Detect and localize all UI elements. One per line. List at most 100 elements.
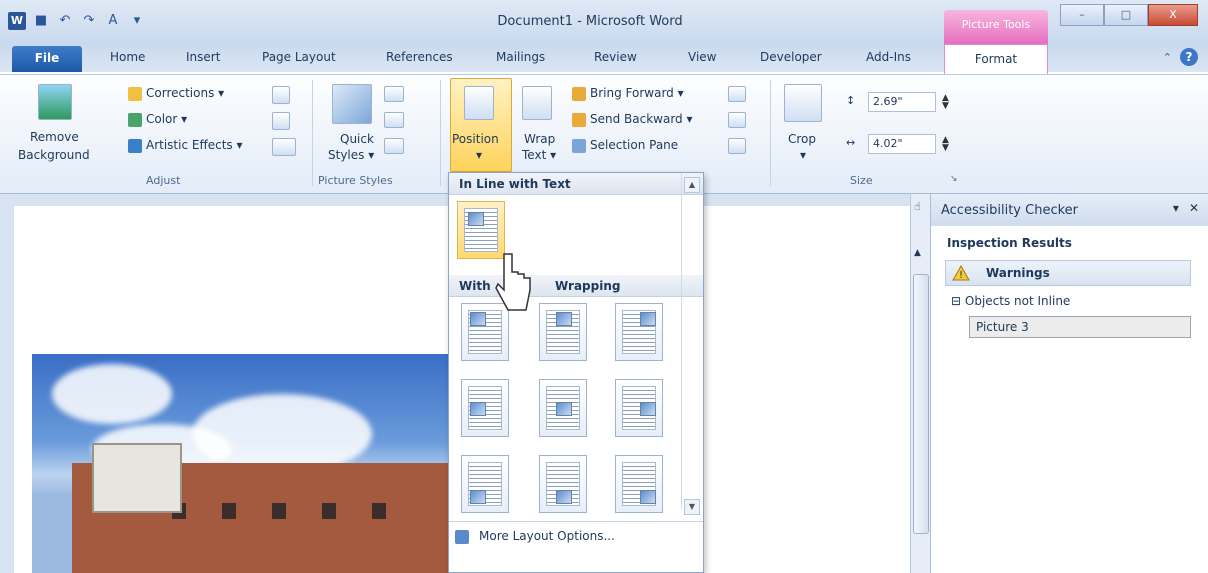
more-layout-options-item[interactable]: More Layout Options... bbox=[455, 529, 615, 544]
svg-text:!: ! bbox=[959, 270, 963, 281]
wrap-text-label-2[interactable]: Text ▾ bbox=[522, 148, 556, 162]
position-middle-right-option[interactable] bbox=[615, 379, 663, 437]
with-text-wrapping-part-2: Wrapping bbox=[555, 279, 621, 293]
dropdown-scroll-down-arrow[interactable]: ▼ bbox=[684, 499, 700, 515]
vertical-scrollbar[interactable]: ☝ ▲ bbox=[910, 194, 930, 573]
minimize-button[interactable]: – bbox=[1060, 4, 1104, 26]
dropdown-scrollbar[interactable]: ▲ ▼ bbox=[681, 173, 701, 515]
picture-layout-icon[interactable] bbox=[384, 138, 404, 154]
image-placeholder-icon bbox=[556, 402, 572, 416]
tab-view[interactable]: View bbox=[688, 50, 716, 64]
crop-label[interactable]: Crop bbox=[788, 132, 816, 146]
shape-width-spinner[interactable]: ↔ 4.02" ▲ ▼ bbox=[846, 134, 956, 154]
tab-mailings[interactable]: Mailings bbox=[496, 50, 545, 64]
position-top-right-option[interactable] bbox=[615, 303, 663, 361]
quick-styles-label-1[interactable]: Quick bbox=[340, 132, 374, 146]
width-spin-arrows[interactable]: ▲ ▼ bbox=[942, 136, 949, 153]
rotate-icon[interactable] bbox=[728, 138, 746, 154]
position-bottom-right-option[interactable] bbox=[615, 455, 663, 513]
wrap-text-label-1[interactable]: Wrap bbox=[524, 132, 555, 146]
help-icon[interactable]: ? bbox=[1180, 48, 1198, 66]
quick-styles-icon[interactable] bbox=[332, 84, 372, 124]
width-icon: ↔ bbox=[846, 136, 856, 149]
send-backward-button[interactable]: Send Backward ▾ bbox=[572, 112, 693, 127]
align-icon[interactable] bbox=[728, 86, 746, 102]
color-button[interactable]: Color ▾ bbox=[128, 112, 187, 127]
tab-insert[interactable]: Insert bbox=[186, 50, 220, 64]
corrections-icon bbox=[128, 86, 142, 101]
tab-format[interactable]: Format bbox=[944, 44, 1048, 74]
artistic-effects-label: Artistic Effects bbox=[146, 138, 233, 152]
close-button[interactable]: X bbox=[1148, 4, 1198, 26]
bring-forward-button[interactable]: Bring Forward ▾ bbox=[572, 86, 684, 101]
inserted-picture[interactable] bbox=[32, 354, 452, 573]
tab-add-ins[interactable]: Add-Ins bbox=[866, 50, 911, 64]
image-placeholder-icon bbox=[470, 490, 486, 504]
height-field[interactable]: 2.69" bbox=[868, 92, 936, 112]
word-app-icon[interactable]: W bbox=[8, 12, 26, 30]
building-window bbox=[372, 503, 386, 519]
pane-close-icon[interactable]: ✕ bbox=[1189, 201, 1199, 215]
compress-pictures-icon[interactable] bbox=[272, 86, 290, 104]
change-picture-icon[interactable] bbox=[272, 112, 290, 130]
quick-styles-label-2[interactable]: Styles ▾ bbox=[328, 148, 374, 162]
quick-access-toolbar: W ■ ↶ ↷ A ▾ bbox=[8, 12, 146, 30]
separator bbox=[770, 80, 771, 186]
in-line-with-text-header: In Line with Text bbox=[449, 173, 703, 195]
font-color-icon[interactable]: A bbox=[104, 12, 122, 30]
collapse-icon[interactable]: ⊟ bbox=[951, 294, 961, 308]
remove-background-label-2[interactable]: Background bbox=[18, 148, 90, 162]
scrollbar-thumb[interactable] bbox=[913, 274, 929, 534]
reset-picture-icon[interactable] bbox=[272, 138, 296, 156]
scroll-up-arrow[interactable]: ▲ bbox=[914, 248, 921, 258]
image-placeholder-icon bbox=[556, 490, 572, 504]
height-spin-arrows[interactable]: ▲ ▼ bbox=[942, 94, 949, 111]
objects-not-inline-row[interactable]: ⊟ Objects not Inline bbox=[951, 294, 1070, 308]
save-icon[interactable]: ■ bbox=[32, 12, 50, 30]
position-middle-left-option[interactable] bbox=[461, 379, 509, 437]
customize-qat-icon[interactable]: ▾ bbox=[128, 12, 146, 30]
accessibility-checker-pane: Accessibility Checker ▾ ✕ Inspection Res… bbox=[930, 194, 1208, 573]
artistic-effects-button[interactable]: Artistic Effects ▾ bbox=[128, 138, 243, 153]
selection-pane-label: Selection Pane bbox=[590, 138, 679, 152]
pan-icon[interactable]: ☝ bbox=[914, 200, 921, 213]
crop-icon[interactable] bbox=[784, 84, 822, 122]
selection-pane-button[interactable]: Selection Pane bbox=[572, 138, 678, 153]
position-middle-center-option[interactable] bbox=[539, 379, 587, 437]
tab-home[interactable]: Home bbox=[110, 50, 145, 64]
color-icon bbox=[128, 112, 142, 127]
group-icon[interactable] bbox=[728, 112, 746, 128]
tab-developer[interactable]: Developer bbox=[760, 50, 822, 64]
window-controls: – □ X bbox=[1060, 4, 1198, 26]
picture-border-icon[interactable] bbox=[384, 86, 404, 102]
width-field[interactable]: 4.02" bbox=[868, 134, 936, 154]
shape-height-spinner[interactable]: ↕ 2.69" ▲ ▼ bbox=[846, 92, 956, 112]
minimize-ribbon-icon[interactable]: ⌃ bbox=[1163, 51, 1172, 64]
tab-review[interactable]: Review bbox=[594, 50, 637, 64]
building-window bbox=[272, 503, 286, 519]
pane-controls: ▾ ✕ bbox=[1173, 201, 1199, 215]
picture-effects-icon[interactable] bbox=[384, 112, 404, 128]
size-dialog-launcher-icon[interactable]: ↘ bbox=[950, 174, 958, 184]
maximize-button[interactable]: □ bbox=[1104, 4, 1148, 26]
remove-background-label-1[interactable]: Remove bbox=[30, 130, 79, 144]
warnings-row[interactable]: ! Warnings bbox=[945, 260, 1191, 286]
position-bottom-center-option[interactable] bbox=[539, 455, 587, 513]
undo-icon[interactable]: ↶ bbox=[56, 12, 74, 30]
redo-icon[interactable]: ↷ bbox=[80, 12, 98, 30]
tab-page-layout[interactable]: Page Layout bbox=[262, 50, 336, 64]
tab-references[interactable]: References bbox=[386, 50, 453, 64]
help-area: ⌃ ? bbox=[1163, 48, 1198, 66]
corrections-button[interactable]: Corrections ▾ bbox=[128, 86, 224, 101]
remove-background-icon[interactable] bbox=[38, 84, 72, 120]
position-bottom-left-option[interactable] bbox=[461, 455, 509, 513]
picture-item[interactable]: Picture 3 bbox=[969, 316, 1191, 338]
wrap-text-icon[interactable] bbox=[522, 86, 552, 120]
crop-dropdown-arrow[interactable]: ▾ bbox=[800, 148, 806, 162]
position-top-center-option[interactable] bbox=[539, 303, 587, 361]
pane-options-icon[interactable]: ▾ bbox=[1173, 201, 1179, 215]
file-tab[interactable]: File bbox=[12, 46, 82, 72]
with-text-wrapping-header: With Wrapping bbox=[449, 275, 703, 297]
dropdown-scroll-up-arrow[interactable]: ▲ bbox=[684, 177, 700, 193]
image-placeholder-icon bbox=[470, 402, 486, 416]
